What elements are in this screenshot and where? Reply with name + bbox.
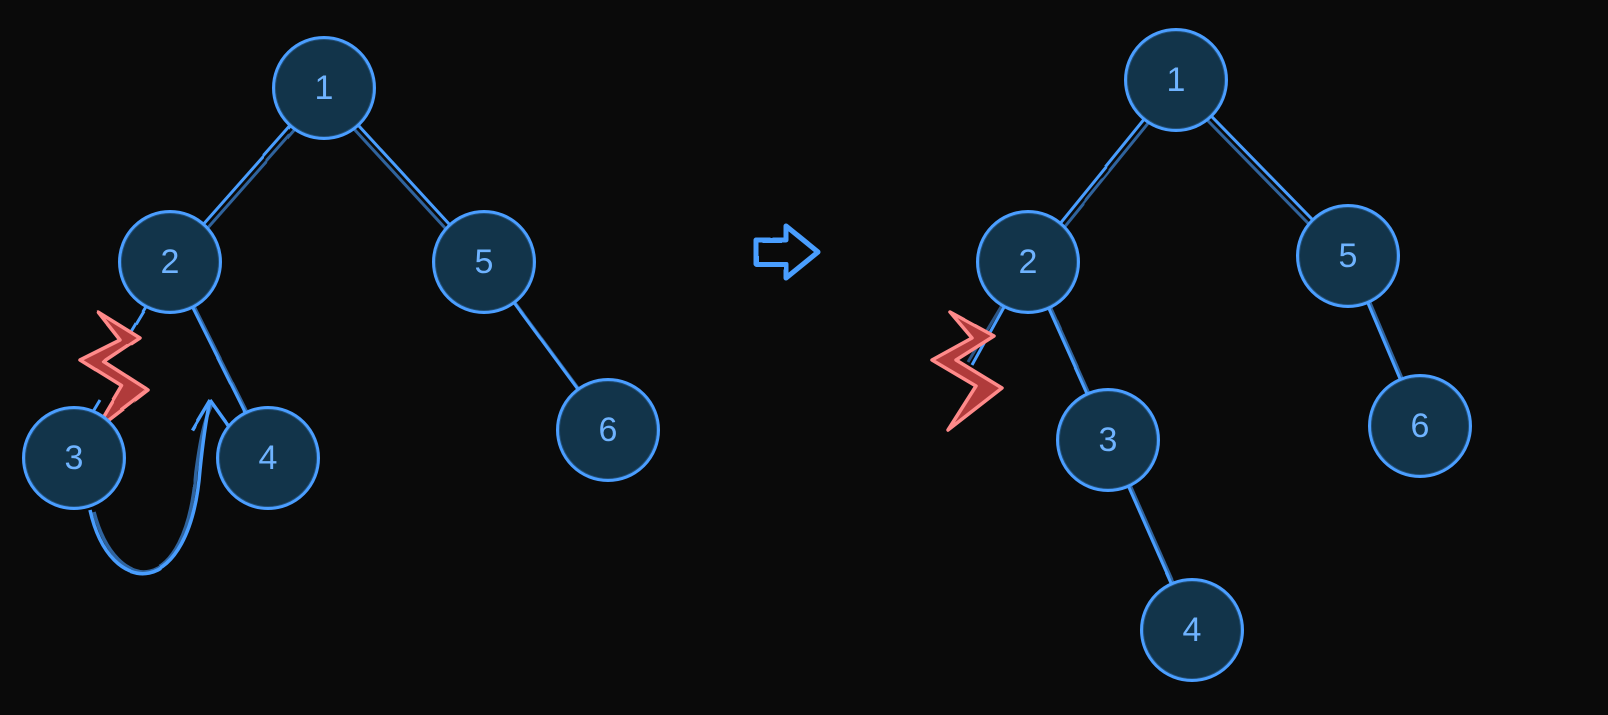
edge-layer	[0, 0, 1608, 715]
node-label: 3	[65, 439, 84, 478]
node-label: 6	[599, 411, 618, 450]
node-label: 4	[1183, 611, 1202, 650]
node-left-4: 4	[216, 406, 320, 510]
node-right-2: 2	[976, 210, 1080, 314]
right-tree-edges	[968, 80, 1424, 634]
node-label: 6	[1411, 407, 1430, 446]
node-label: 5	[1339, 237, 1358, 276]
node-left-1: 1	[272, 36, 376, 140]
node-right-5: 5	[1296, 204, 1400, 308]
node-label: 3	[1099, 421, 1118, 460]
node-label: 1	[1167, 61, 1186, 100]
node-right-4: 4	[1140, 578, 1244, 682]
node-left-6: 6	[556, 378, 660, 482]
node-right-6: 6	[1368, 374, 1472, 478]
node-right-3: 3	[1056, 388, 1160, 492]
node-left-2: 2	[118, 210, 222, 314]
node-left-3: 3	[22, 406, 126, 510]
node-left-5: 5	[432, 210, 536, 314]
node-label: 2	[161, 243, 180, 282]
node-label: 1	[315, 69, 334, 108]
node-label: 2	[1019, 243, 1038, 282]
node-label: 5	[475, 243, 494, 282]
node-label: 4	[259, 439, 278, 478]
node-right-1: 1	[1124, 28, 1228, 132]
diagram-canvas: 1 2 5 3 4 6 1 2 5 3 6 4	[0, 0, 1608, 715]
transition-arrow-icon	[756, 226, 818, 278]
break-bolt-right	[932, 312, 1002, 430]
